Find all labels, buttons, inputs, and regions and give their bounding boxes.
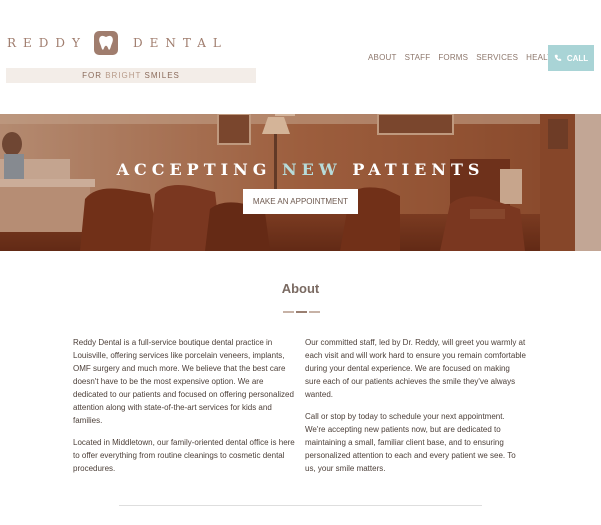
about-left-paragraph-2: Located in Middletown, our family-orient… — [73, 438, 295, 473]
hero-title-part2: PATIENTS — [341, 160, 485, 179]
nav-services[interactable]: SERVICES — [476, 53, 518, 62]
site-header: REDDY DENTAL FOR BRIGHT SMILES ABOUT STA… — [0, 0, 601, 113]
nav-about[interactable]: ABOUT — [368, 53, 397, 62]
tagline-highlight: BRIGHT — [105, 71, 142, 80]
tagline-prefix: FOR — [82, 71, 106, 80]
heading-divider-center — [296, 311, 307, 313]
about-left-paragraph-1: Reddy Dental is a full-service boutique … — [73, 338, 294, 425]
hero-title-accent: NEW — [281, 160, 342, 179]
heading-divider-right — [309, 311, 320, 313]
nav-forms[interactable]: FORMS — [438, 53, 468, 62]
logo-word-dental: DENTAL — [132, 35, 228, 50]
hero-banner — [0, 114, 601, 251]
main-nav: ABOUT STAFF FORMS SERVICES HEALTH — [368, 53, 558, 62]
make-appointment-button[interactable]: MAKE AN APPOINTMENT — [243, 189, 358, 214]
phone-icon — [554, 54, 562, 61]
about-left-column: Reddy Dental is a full-service boutique … — [73, 336, 298, 484]
tooth-logo-icon — [93, 30, 118, 55]
about-right-column: Our committed staff, led by Dr. Reddy, w… — [305, 336, 527, 484]
logo[interactable]: REDDY DENTAL — [7, 30, 257, 55]
hero-title-part1: ACCEPTING — [116, 160, 282, 179]
heading-divider-left — [283, 311, 294, 313]
tagline-suffix: SMILES — [141, 71, 180, 80]
tagline: FOR BRIGHT SMILES — [6, 68, 256, 83]
about-right-paragraph-1: Our committed staff, led by Dr. Reddy, w… — [305, 338, 526, 399]
call-button[interactable]: CALL — [548, 45, 594, 71]
hero-title: ACCEPTING NEW PATIENTS — [0, 160, 601, 179]
nav-staff[interactable]: STAFF — [405, 53, 431, 62]
waiting-room-photo — [0, 114, 601, 251]
section-divider — [119, 505, 482, 506]
about-right-paragraph-2: Call or stop by today to schedule your n… — [305, 412, 516, 473]
call-label: CALL — [566, 53, 589, 63]
about-heading: About — [281, 281, 320, 296]
logo-word-reddy: REDDY — [7, 35, 87, 50]
